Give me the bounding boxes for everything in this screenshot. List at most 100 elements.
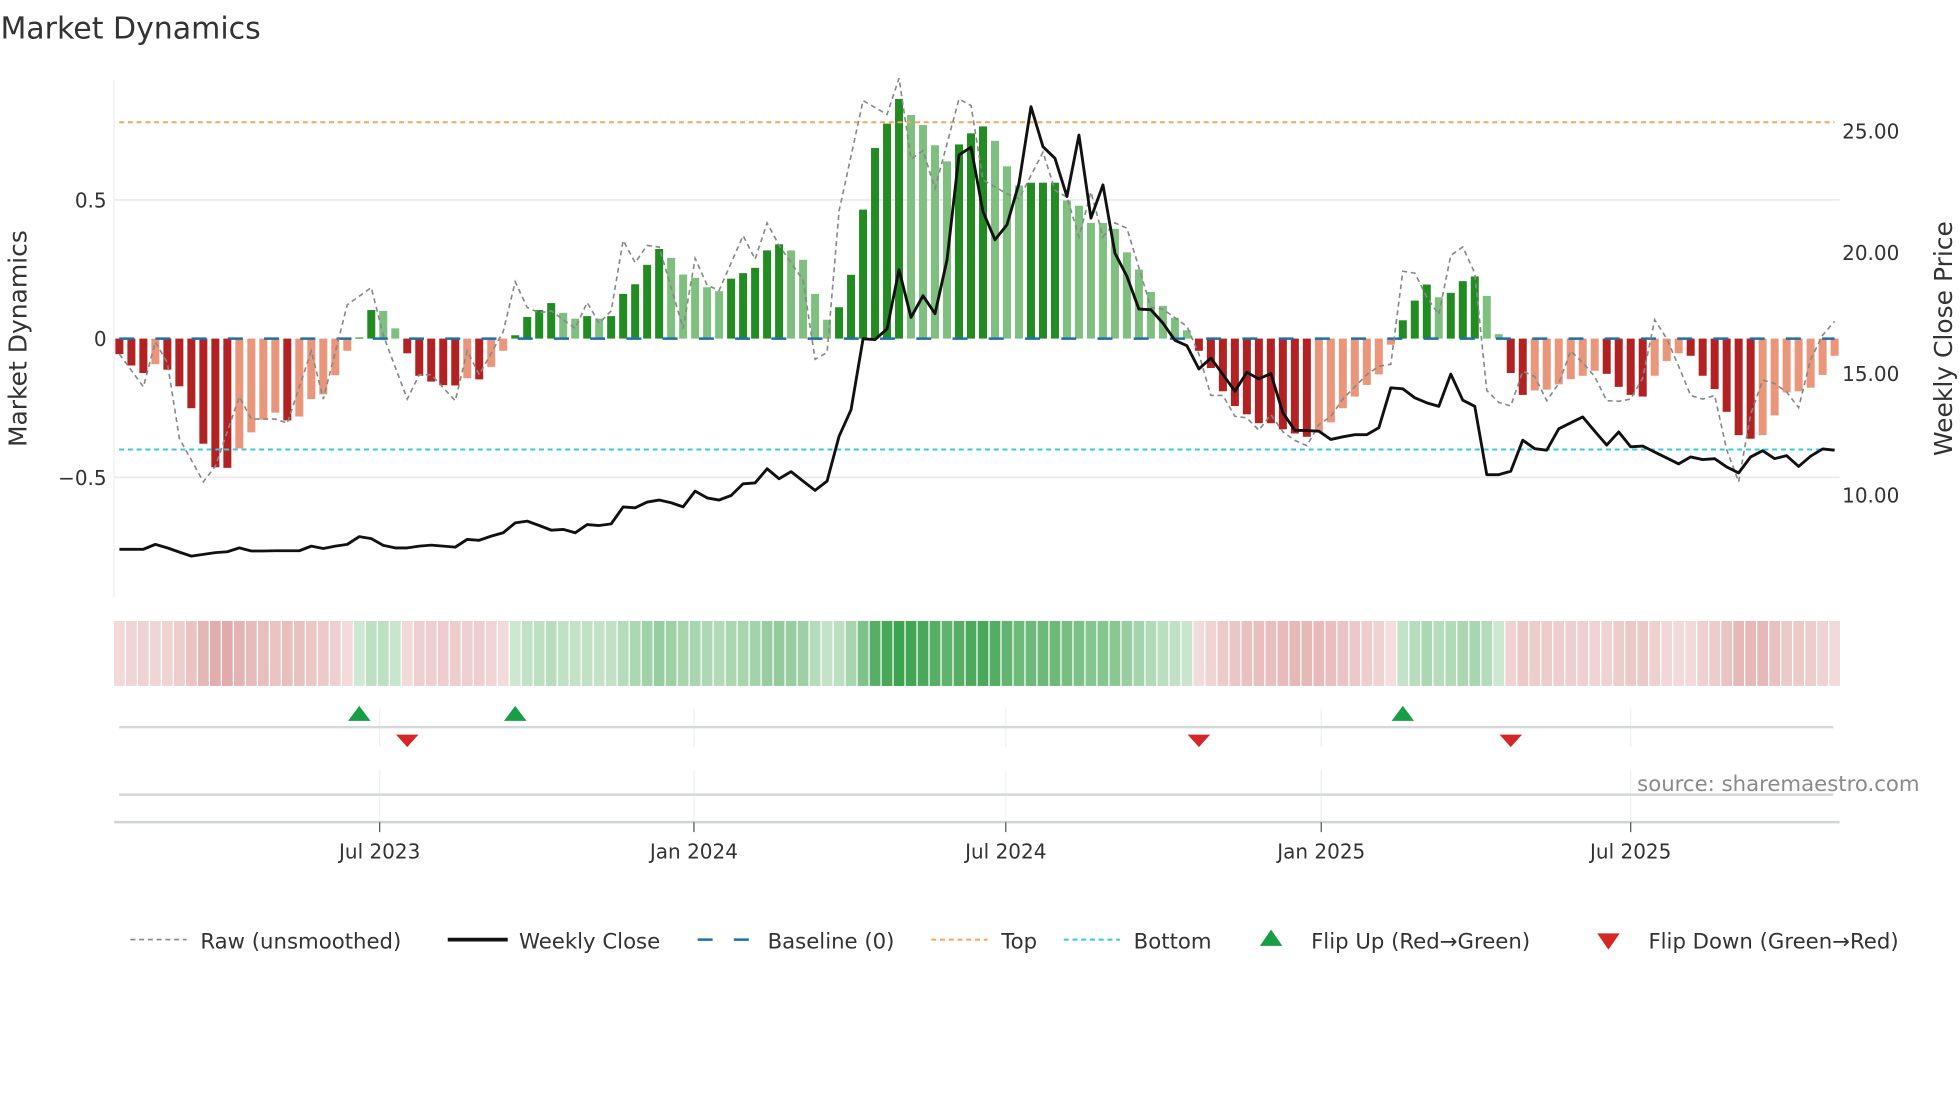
strip-cell <box>389 620 401 686</box>
bar <box>355 337 364 339</box>
strip-cell <box>1217 620 1229 686</box>
bar <box>403 338 412 354</box>
strip-cell <box>1205 620 1217 686</box>
bar <box>1338 338 1347 409</box>
strip-cell <box>449 620 461 686</box>
source-annotation: source: sharemaestro.com <box>1637 772 1919 797</box>
strip-cell <box>533 620 545 686</box>
legend-label: Flip Down (Green→Red) <box>1648 929 1898 954</box>
bar <box>1674 338 1683 354</box>
strip-cell <box>1649 620 1661 686</box>
strip-cell <box>953 620 965 686</box>
x-tick-label: Jan 2025 <box>1275 839 1365 863</box>
strip-cell <box>653 620 665 686</box>
bar <box>1446 292 1455 339</box>
bar <box>703 287 712 339</box>
strip-cell <box>1121 620 1133 686</box>
strip-cell <box>1829 620 1840 686</box>
strip-cell <box>341 620 353 686</box>
bar <box>811 293 820 339</box>
strip-cell <box>185 620 197 686</box>
bar <box>1050 182 1059 339</box>
bar <box>1026 182 1035 339</box>
strip-cell <box>233 620 245 686</box>
strip-cell <box>1805 620 1816 686</box>
strip-cell <box>1373 620 1385 686</box>
bar <box>1638 338 1647 397</box>
strip-cell <box>173 620 185 686</box>
y-axis-right: 25.00 20.00 15.00 10.00 <box>1842 120 1899 508</box>
strip-cell <box>365 620 377 686</box>
bar <box>1770 338 1779 416</box>
strip-cell <box>713 620 725 686</box>
strip-cell <box>977 620 989 686</box>
strip-cell <box>941 620 953 686</box>
bar <box>1086 222 1095 339</box>
bar <box>1578 338 1587 376</box>
bar <box>1698 338 1707 376</box>
strip-cell <box>485 620 497 686</box>
strip-cell <box>1193 620 1205 686</box>
bar <box>583 316 592 339</box>
strip-cell <box>1025 620 1037 686</box>
flip-down-marker <box>1187 734 1211 748</box>
strip-cell <box>1241 620 1253 686</box>
strip-cell <box>1085 620 1097 686</box>
bar <box>415 338 424 376</box>
bar <box>1818 338 1827 375</box>
strip-cell <box>1577 620 1589 686</box>
bar <box>499 338 508 351</box>
bar <box>1194 338 1203 351</box>
strip-cell <box>725 620 737 686</box>
strip-cell <box>1733 620 1745 686</box>
strip-cell <box>1433 620 1445 686</box>
strip-cell <box>1253 620 1265 686</box>
bar <box>1542 338 1551 390</box>
strip-cell <box>245 620 257 686</box>
bar <box>787 250 796 339</box>
bar <box>1746 338 1755 439</box>
strip-cell <box>845 620 857 686</box>
bar <box>523 316 532 339</box>
strip-cell <box>917 620 929 686</box>
strip-cell <box>126 620 137 686</box>
y2-axis-title: Weekly Close Price <box>1929 221 1958 456</box>
bar <box>1650 338 1659 376</box>
flip-down-marker <box>396 734 419 748</box>
x-tick-label: Jan 2024 <box>648 839 738 863</box>
strip-cell <box>1013 620 1025 686</box>
strip-cell <box>1049 620 1061 686</box>
bar <box>1218 338 1227 392</box>
strip-cell <box>1781 620 1793 686</box>
bar <box>1806 338 1815 388</box>
y2-tick-label: 20.00 <box>1842 241 1899 265</box>
bar <box>1602 338 1611 374</box>
strip-cell <box>1385 620 1397 686</box>
y2-tick-label: 15.00 <box>1842 362 1899 386</box>
bar <box>1398 320 1407 339</box>
strip-cell <box>197 620 209 686</box>
strip-cell <box>1481 620 1493 686</box>
bar <box>1314 338 1323 432</box>
bar <box>343 338 352 351</box>
strip-cell <box>545 620 557 686</box>
legend-label: Weekly Close <box>519 929 660 954</box>
bar <box>283 338 292 421</box>
bar <box>1014 185 1023 339</box>
bar <box>139 338 148 373</box>
bar <box>1518 338 1527 395</box>
bar <box>271 338 280 413</box>
strip-cell <box>497 620 509 686</box>
strip-cell <box>1769 620 1781 686</box>
y2-tick-label: 25.00 <box>1842 120 1899 144</box>
bar <box>631 284 640 339</box>
strip-cell <box>425 620 437 686</box>
strip-cell <box>557 620 569 686</box>
legend: Raw (unsmoothed) Weekly Close Baseline (0)… <box>130 929 1899 954</box>
bar <box>1098 222 1107 339</box>
strip-cell <box>1757 620 1769 686</box>
strip-cell <box>701 620 713 686</box>
bar <box>1302 338 1311 437</box>
strip-cell <box>881 620 893 686</box>
strip-cell <box>1613 620 1625 686</box>
